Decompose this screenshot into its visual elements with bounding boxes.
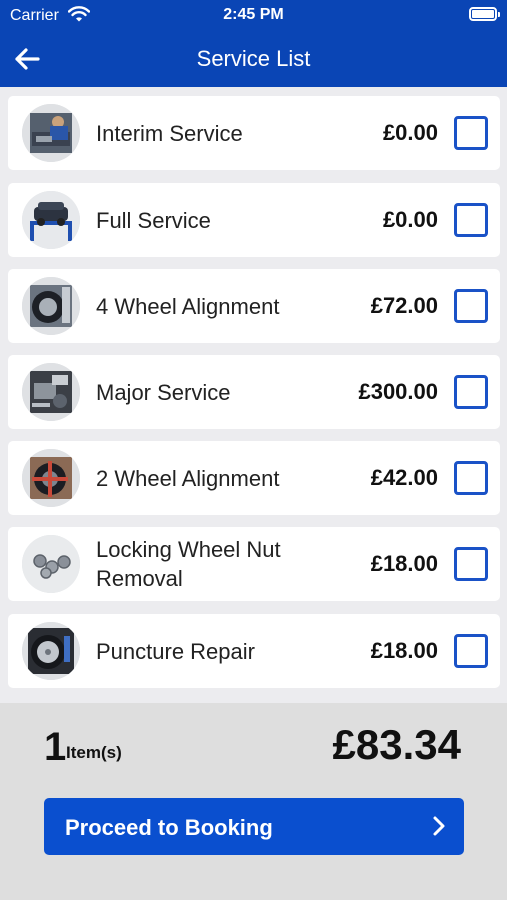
service-price: £18.00 <box>370 551 438 576</box>
wheel-clamp-photo <box>22 449 80 507</box>
booking-summary: 1 Item(s) £83.34 Proceed to Booking <box>0 703 507 900</box>
service-row-locking-wheel-nut[interactable]: Locking Wheel Nut Removal £18.00 <box>8 527 500 601</box>
service-row-interim[interactable]: Interim Service £0.00 <box>8 96 500 170</box>
header-bar: Carrier 2:45 PM Service List <box>0 0 507 87</box>
service-checkbox[interactable] <box>454 289 488 323</box>
engine-bay-photo <box>22 363 80 421</box>
service-price: £72.00 <box>370 293 438 318</box>
proceed-to-booking-button[interactable]: Proceed to Booking <box>44 798 464 855</box>
car-lift-photo <box>22 191 80 249</box>
service-name: Major Service <box>96 379 231 405</box>
total-price: £83.34 <box>332 721 461 768</box>
service-checkbox[interactable] <box>454 375 488 409</box>
service-checkbox[interactable] <box>454 116 488 150</box>
service-price: £0.00 <box>382 207 438 232</box>
service-checkbox[interactable] <box>454 547 488 581</box>
service-price: £18.00 <box>370 638 438 663</box>
service-row-puncture-repair[interactable]: Puncture Repair £18.00 <box>8 614 500 688</box>
page-title: Service List <box>196 46 311 71</box>
item-count-label: Item(s) <box>66 743 122 762</box>
service-row-full[interactable]: Full Service £0.00 <box>8 183 500 257</box>
mechanic-photo <box>22 104 80 162</box>
service-row-4-wheel-alignment[interactable]: 4 Wheel Alignment £72.00 <box>8 269 500 343</box>
service-name: Interim Service <box>96 120 243 146</box>
wheel-nuts-photo <box>22 535 80 593</box>
tyre-repair-photo <box>22 622 80 680</box>
service-list: Interim Service £0.00 Full Service £0.00 <box>0 87 507 703</box>
nav-bar: Service List <box>0 30 507 87</box>
proceed-label: Proceed to Booking <box>65 815 273 840</box>
service-price: £300.00 <box>358 379 438 404</box>
wheel-photo <box>22 277 80 335</box>
service-name: 4 Wheel Alignment <box>96 293 280 319</box>
service-row-major[interactable]: Major Service £300.00 <box>8 355 500 429</box>
service-price: £0.00 <box>382 120 438 145</box>
battery-icon <box>469 7 500 21</box>
service-checkbox[interactable] <box>454 203 488 237</box>
chevron-right-icon <box>430 814 448 838</box>
service-price: £42.00 <box>370 465 438 490</box>
service-checkbox[interactable] <box>454 461 488 495</box>
status-time: 2:45 PM <box>223 6 284 23</box>
service-name: Locking Wheel Nut Removal <box>96 537 281 591</box>
service-row-2-wheel-alignment[interactable]: 2 Wheel Alignment £42.00 <box>8 441 500 515</box>
service-name: 2 Wheel Alignment <box>96 465 280 491</box>
service-name: Puncture Repair <box>96 638 255 664</box>
status-bar: Carrier 2:45 PM <box>0 0 507 30</box>
item-count: 1 <box>44 725 67 769</box>
service-checkbox[interactable] <box>454 634 488 668</box>
service-name: Full Service <box>96 207 211 233</box>
